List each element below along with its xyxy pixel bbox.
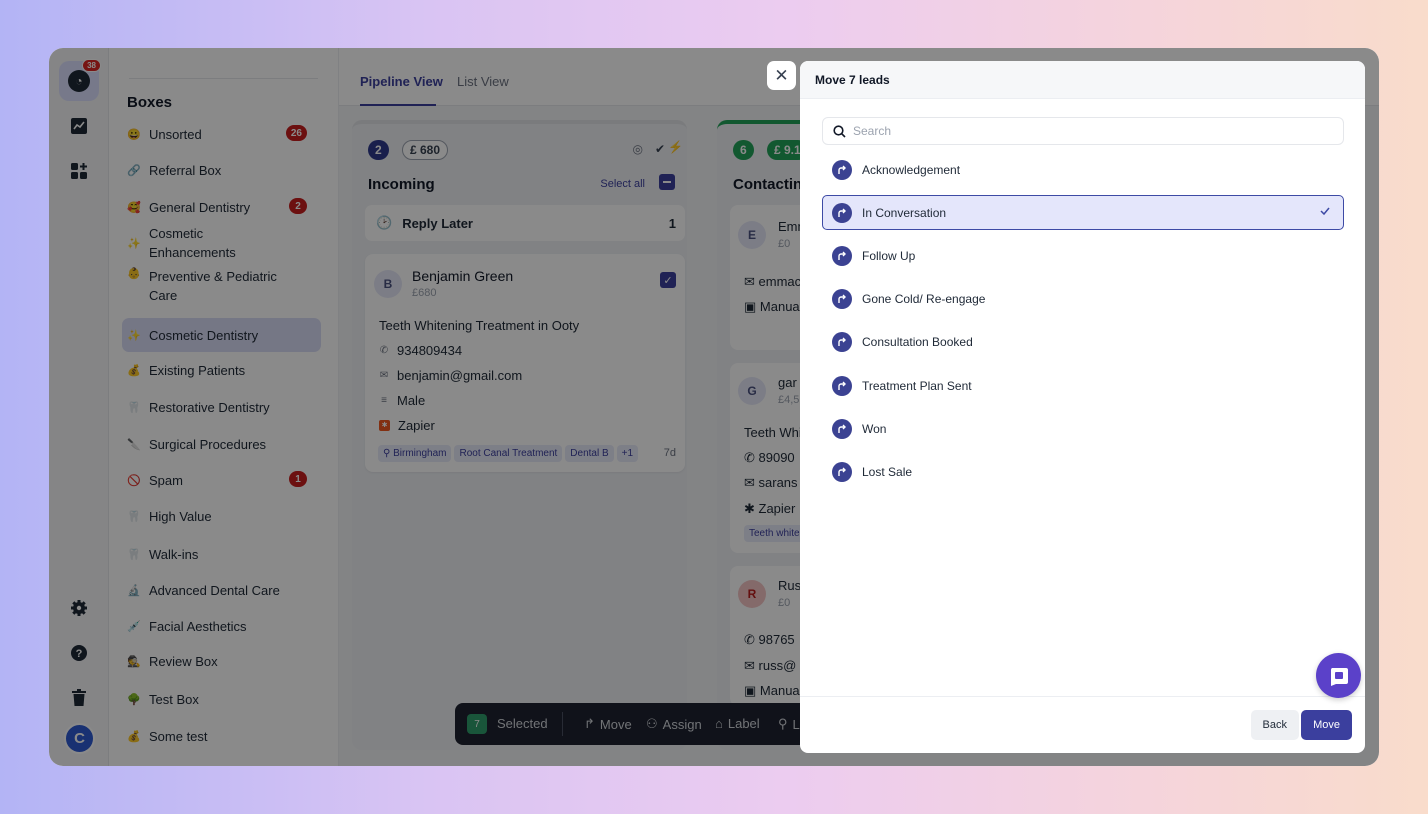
stage-option[interactable]: Treatment Plan Sent	[822, 368, 1344, 403]
modal-title: Move 7 leads	[800, 61, 1365, 99]
stage-option-label: Lost Sale	[862, 464, 913, 479]
search-input[interactable]	[853, 124, 1333, 138]
move-arrow-icon	[832, 461, 852, 482]
stage-option-label: Gone Cold/ Re-engage	[862, 292, 986, 307]
stage-option-label: Treatment Plan Sent	[862, 378, 972, 393]
stage-option[interactable]: Gone Cold/ Re-engage	[822, 282, 1344, 317]
stage-option[interactable]: Consultation Booked	[822, 325, 1344, 360]
stage-option[interactable]: Won	[822, 411, 1344, 446]
move-arrow-icon	[832, 202, 852, 223]
close-modal-button[interactable]: ✕	[767, 61, 796, 90]
chat-icon	[1330, 667, 1348, 686]
stage-option-label: In Conversation	[862, 205, 947, 220]
stage-option[interactable]: Follow Up	[822, 238, 1344, 273]
move-arrow-icon	[832, 332, 852, 353]
stage-option-label: Won	[862, 421, 887, 436]
chat-launcher-button[interactable]	[1316, 653, 1361, 698]
stage-option-label: Follow Up	[862, 248, 916, 263]
checkmark-icon	[1319, 205, 1331, 220]
move-leads-modal: Move 7 leads Acknowledgement In Conversat…	[800, 61, 1365, 753]
modal-footer: Back Move	[800, 696, 1365, 753]
search-icon	[833, 124, 846, 138]
stage-option[interactable]: In Conversation	[822, 195, 1344, 231]
back-button[interactable]: Back	[1250, 710, 1299, 740]
close-icon: ✕	[774, 65, 789, 85]
stage-search[interactable]	[822, 117, 1344, 145]
stage-option-label: Acknowledgement	[862, 162, 961, 177]
move-arrow-icon	[832, 289, 852, 310]
move-arrow-icon	[832, 375, 852, 396]
move-button[interactable]: Move	[1301, 710, 1352, 740]
move-arrow-icon	[832, 418, 852, 439]
move-arrow-icon	[832, 159, 852, 180]
stage-option[interactable]: Lost Sale	[822, 454, 1344, 489]
stage-option[interactable]: Acknowledgement	[822, 152, 1344, 187]
move-arrow-icon	[832, 245, 852, 266]
stage-option-label: Consultation Booked	[862, 335, 973, 350]
